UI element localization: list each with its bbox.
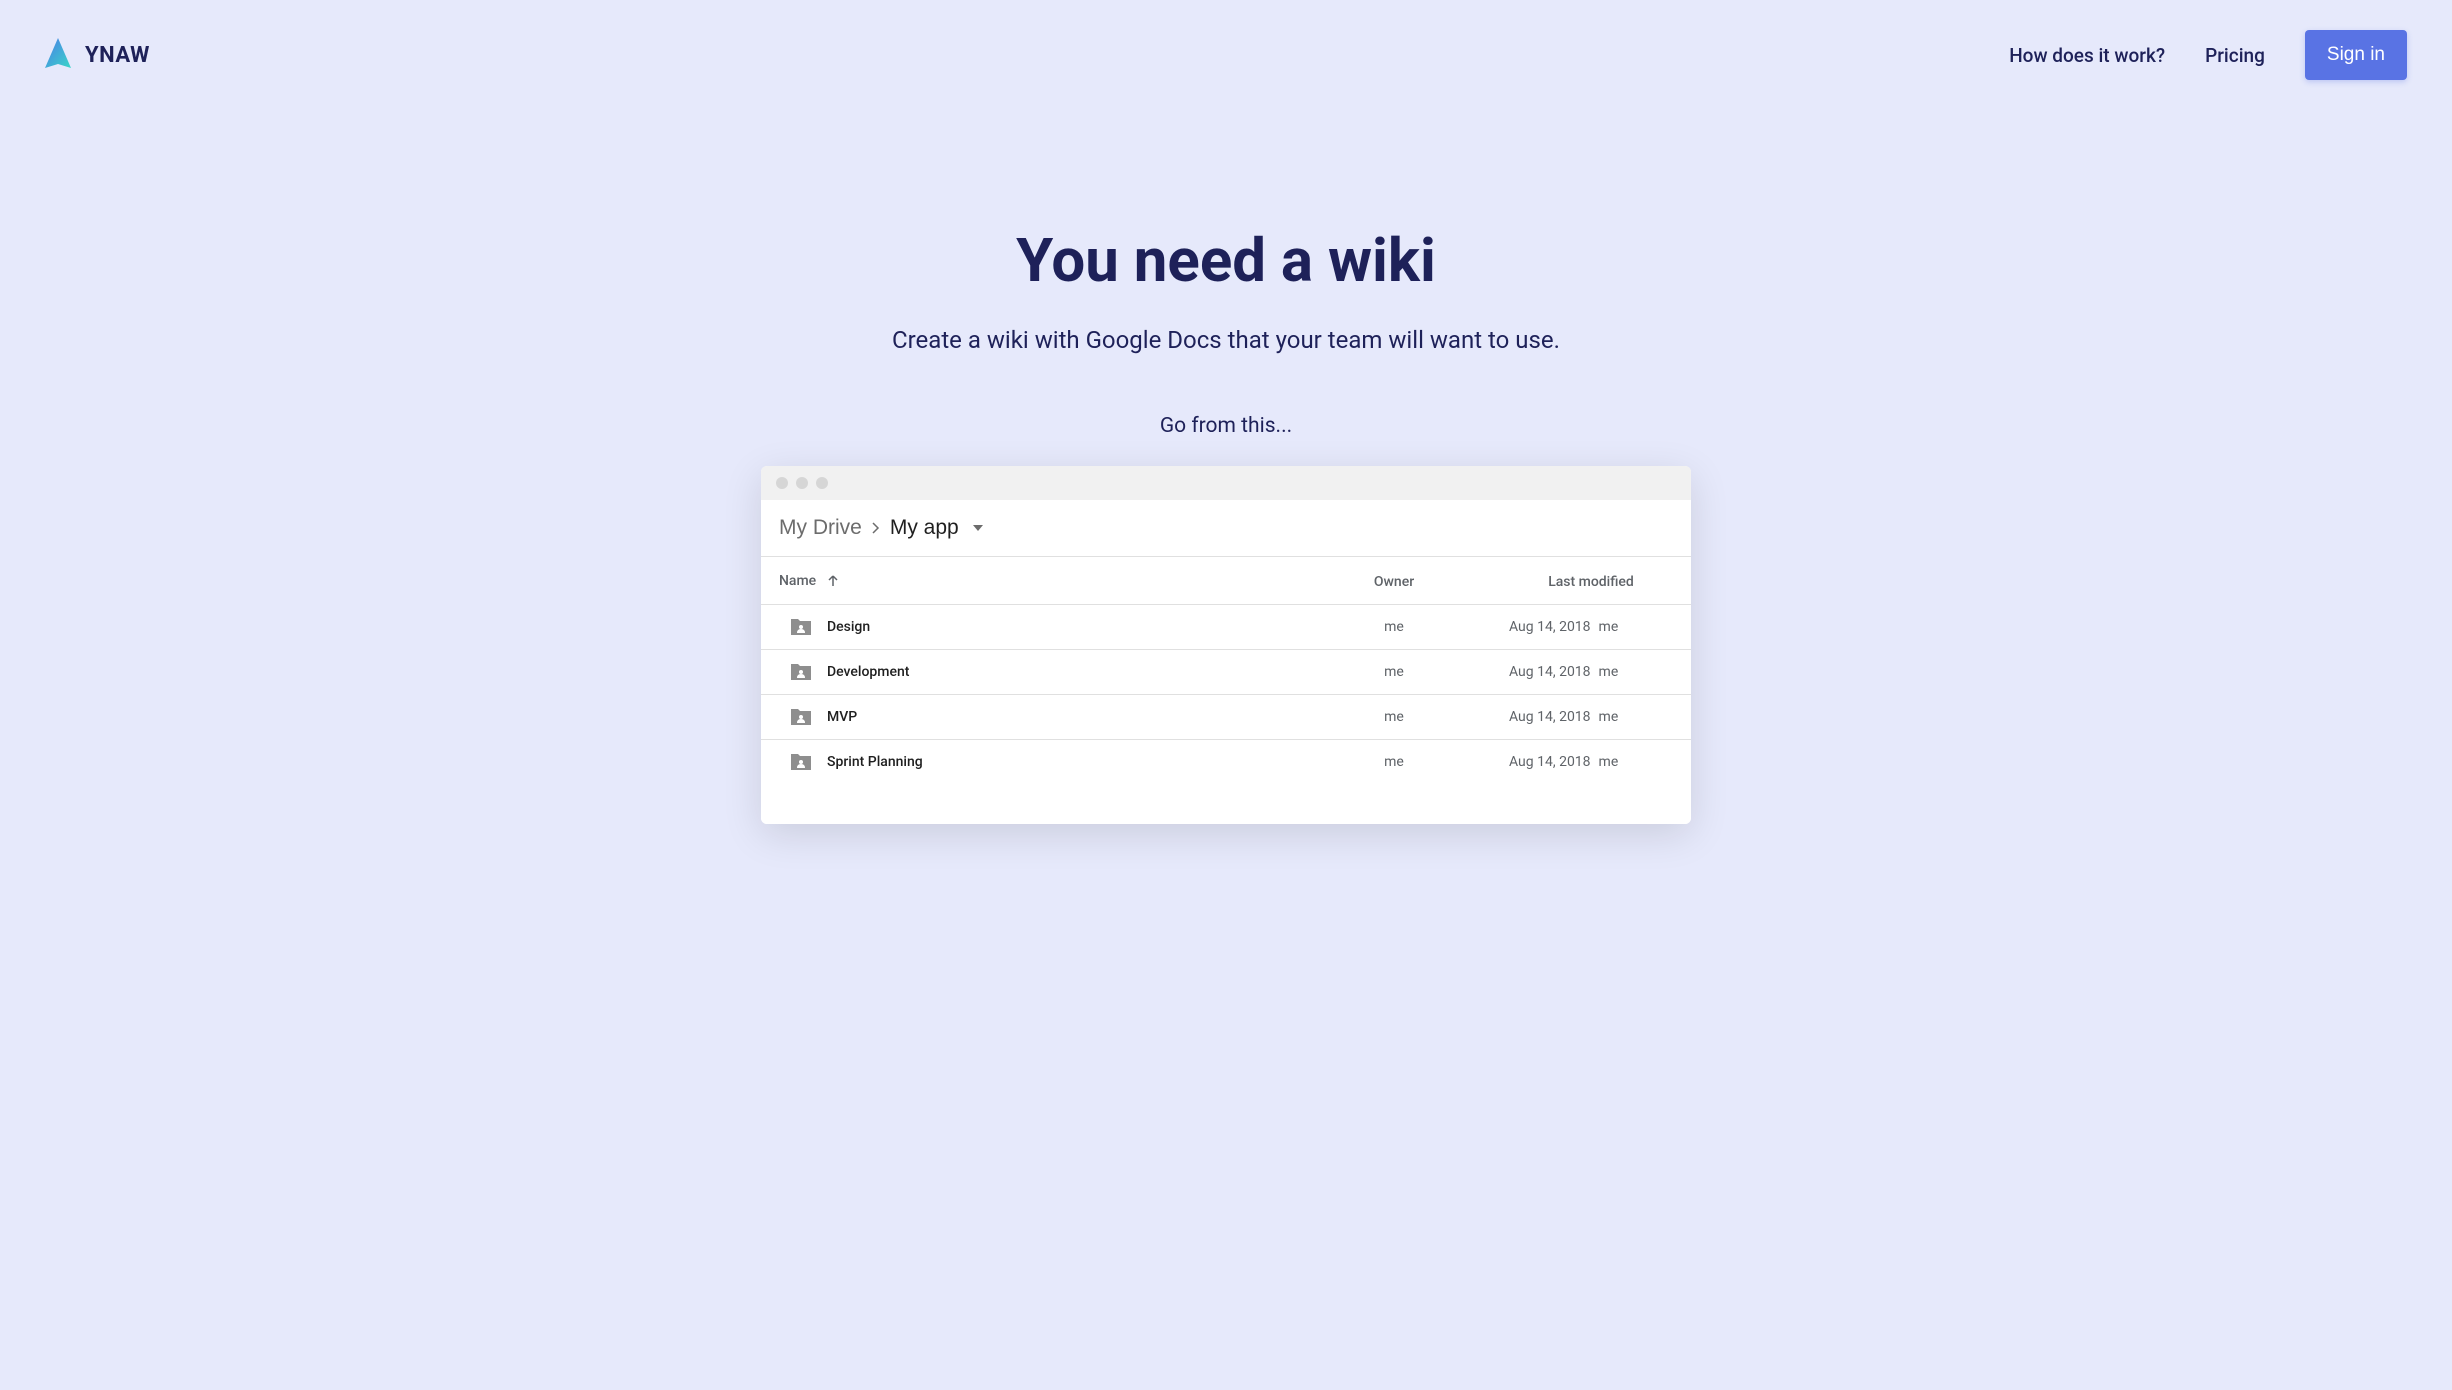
main-nav: How does it work? Pricing Sign in — [2009, 30, 2407, 80]
sign-in-button[interactable]: Sign in — [2305, 30, 2407, 80]
table-row[interactable]: DevelopmentmeAug 14, 2018me — [761, 650, 1691, 695]
traffic-light-icon — [796, 477, 808, 489]
breadcrumb-root[interactable]: My Drive — [779, 516, 862, 540]
hero-subtitle: Create a wiki with Google Docs that your… — [0, 326, 2452, 354]
file-name: MVP — [827, 709, 857, 725]
file-name: Development — [827, 664, 909, 680]
file-owner: me — [1279, 754, 1509, 770]
file-name: Sprint Planning — [827, 754, 923, 770]
modified-date: Aug 14, 2018 — [1509, 619, 1591, 635]
column-name-header[interactable]: Name — [779, 573, 816, 589]
hero-title: You need a wiki — [0, 225, 2452, 296]
shared-folder-icon — [789, 617, 813, 637]
file-owner: me — [1279, 709, 1509, 725]
page-header: YNAW How does it work? Pricing Sign in — [0, 0, 2452, 110]
breadcrumb-current[interactable]: My app — [890, 516, 959, 540]
shared-folder-icon — [789, 752, 813, 772]
browser-chrome — [761, 466, 1691, 500]
modified-by: me — [1599, 754, 1619, 770]
nav-pricing[interactable]: Pricing — [2205, 44, 2265, 67]
column-modified-header[interactable]: Last modified — [1548, 574, 1634, 590]
transition-label: Go from this... — [0, 414, 2452, 438]
modified-by: me — [1599, 709, 1619, 725]
traffic-light-icon — [776, 477, 788, 489]
modified-date: Aug 14, 2018 — [1509, 754, 1591, 770]
logo-text: YNAW — [85, 43, 150, 68]
file-owner: me — [1279, 619, 1509, 635]
chevron-right-icon — [872, 522, 880, 534]
file-name: Design — [827, 619, 870, 635]
hero-section: You need a wiki Create a wiki with Googl… — [0, 225, 2452, 824]
table-header: Name Owner Last modified — [761, 557, 1691, 605]
logo-tree-icon — [45, 38, 71, 72]
column-owner-header[interactable]: Owner — [1374, 574, 1414, 590]
drive-screenshot: My Drive My app Name Owner — [761, 466, 1691, 824]
shared-folder-icon — [789, 707, 813, 727]
table-body: DesignmeAug 14, 2018meDevelopmentmeAug 1… — [761, 605, 1691, 824]
modified-by: me — [1599, 619, 1619, 635]
table-row[interactable]: Sprint PlanningmeAug 14, 2018me — [761, 740, 1691, 784]
drive-content: My Drive My app Name Owner — [761, 500, 1691, 824]
dropdown-caret-icon[interactable] — [973, 525, 983, 531]
nav-how-it-works[interactable]: How does it work? — [2009, 44, 2165, 67]
sort-ascending-icon[interactable] — [826, 574, 840, 588]
logo[interactable]: YNAW — [45, 38, 150, 72]
table-row[interactable]: DesignmeAug 14, 2018me — [761, 605, 1691, 650]
breadcrumb: My Drive My app — [761, 500, 1691, 557]
modified-date: Aug 14, 2018 — [1509, 664, 1591, 680]
modified-date: Aug 14, 2018 — [1509, 709, 1591, 725]
table-row[interactable]: MVPmeAug 14, 2018me — [761, 695, 1691, 740]
file-owner: me — [1279, 664, 1509, 680]
modified-by: me — [1599, 664, 1619, 680]
shared-folder-icon — [789, 662, 813, 682]
traffic-light-icon — [816, 477, 828, 489]
